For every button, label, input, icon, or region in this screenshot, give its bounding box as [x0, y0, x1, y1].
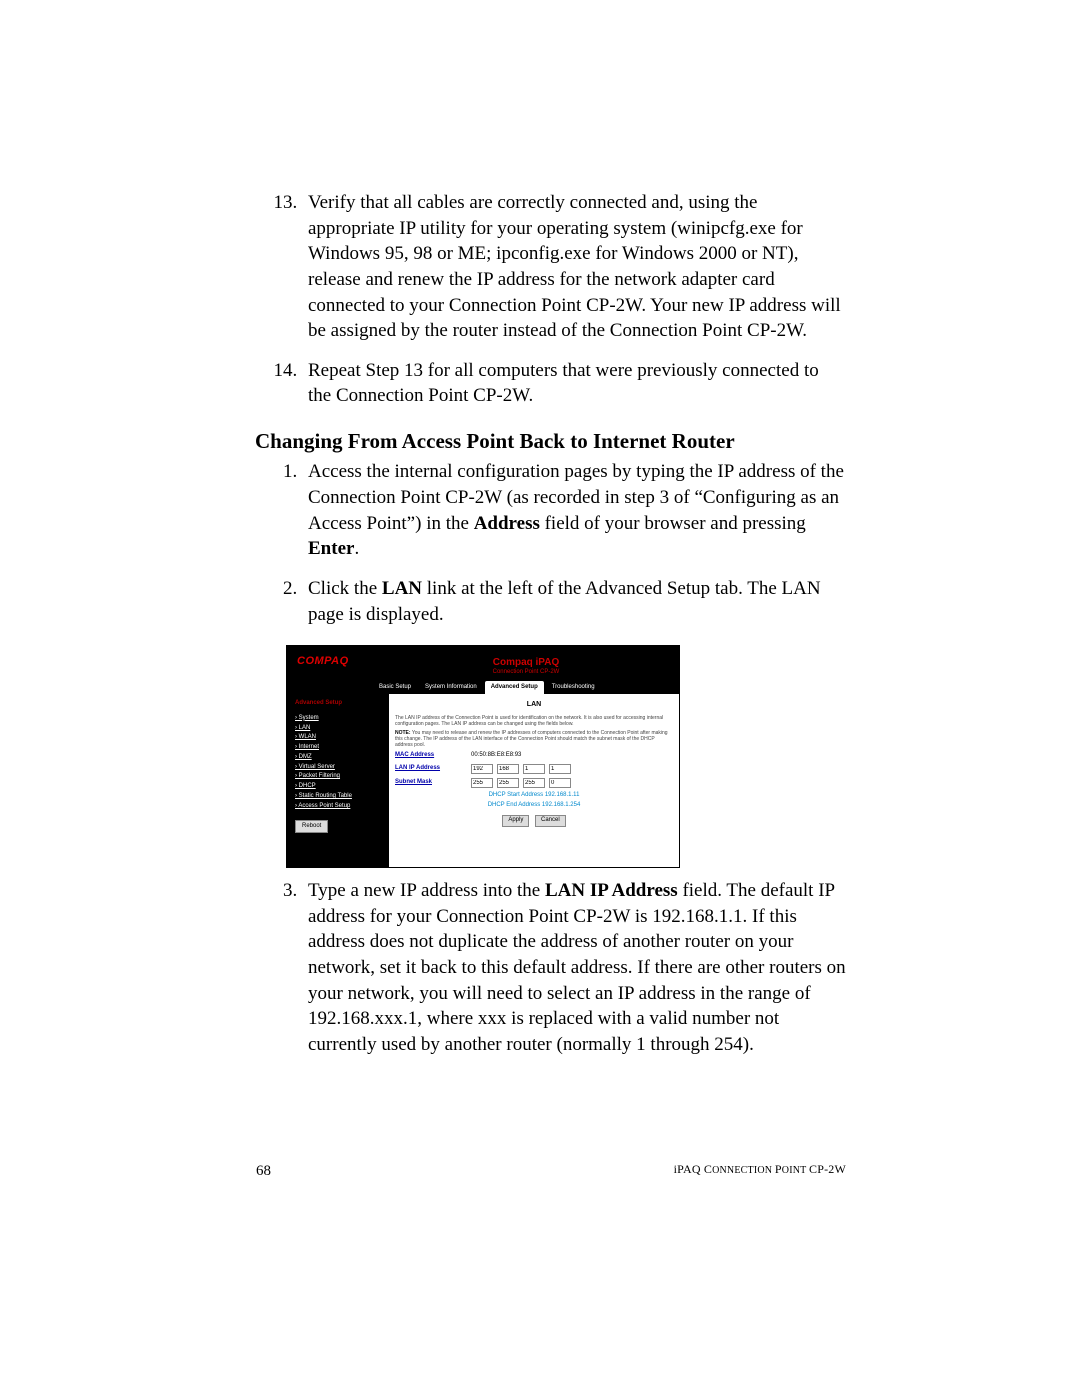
subnet-mask-link[interactable]: Subnet Mask: [395, 779, 471, 787]
page-footer: 68 iPAQ CONNECTION POINT CP-2W: [256, 1161, 846, 1181]
step-3-bold-lan-ip: LAN IP Address: [545, 880, 678, 901]
lan-ip-octet-4[interactable]: [549, 764, 571, 774]
mid-steps-list: Access the internal configuration pages …: [256, 459, 846, 627]
panel-description: The LAN IP address of the Connection Poi…: [395, 715, 673, 727]
page-number: 68: [256, 1161, 271, 1181]
sidebar-item-dmz[interactable]: › DMZ: [295, 753, 381, 763]
sidebar-item-static-routing[interactable]: › Static Routing Table: [295, 792, 381, 802]
footer-d: OINT: [782, 1165, 809, 1176]
step-14: Repeat Step 13 for all computers that we…: [302, 358, 846, 409]
router-screenshot-figure: COMPAQ Compaq iPAQ Connection Point CP-2…: [286, 645, 846, 868]
button-row: Apply Cancel: [395, 815, 673, 827]
post-figure-steps-list: Type a new IP address into the LAN IP Ad…: [256, 878, 846, 1057]
subnet-octet-2[interactable]: [497, 778, 519, 788]
step-2: Click the LAN link at the left of the Ad…: [302, 576, 846, 627]
sidebar-item-wlan[interactable]: › WLAN: [295, 733, 381, 743]
sidebar-item-lan[interactable]: › LAN: [295, 724, 381, 734]
sidebar-item-dhcp[interactable]: › DHCP: [295, 782, 381, 792]
dhcp-start-address: DHCP Start Address 192.168.1.11: [395, 792, 673, 800]
mac-address-link[interactable]: MAC Address: [395, 752, 471, 760]
step-1: Access the internal configuration pages …: [302, 459, 846, 562]
panel-title: LAN: [395, 700, 673, 709]
row-subnet: Subnet Mask: [395, 778, 673, 788]
sidebar-item-virtual-server[interactable]: › Virtual Server: [295, 763, 381, 773]
step-1-bold-enter: Enter: [308, 538, 354, 559]
step-1-text-b: field of your browser and pressing: [540, 513, 806, 534]
tab-basic-setup[interactable]: Basic Setup: [373, 681, 417, 694]
footer-e: CP-2W: [809, 1162, 846, 1176]
step-3: Type a new IP address into the LAN IP Ad…: [302, 878, 846, 1057]
dhcp-end-address: DHCP End Address 192.168.1.254: [395, 802, 673, 810]
subnet-octet-4[interactable]: [549, 778, 571, 788]
lan-ip-octet-2[interactable]: [497, 764, 519, 774]
sidebar-item-system[interactable]: › System: [295, 714, 381, 724]
subnet-octet-3[interactable]: [523, 778, 545, 788]
tab-troubleshooting[interactable]: Troubleshooting: [546, 681, 601, 694]
step-2-text-a: Click the: [308, 578, 382, 599]
router-body: Advanced Setup › System › LAN › WLAN › I…: [287, 694, 679, 867]
lan-ip-address-link[interactable]: LAN IP Address: [395, 765, 471, 773]
step-1-bold-address: Address: [474, 513, 540, 534]
mac-address-value: 00:50:8B:E8:E8:93: [471, 752, 521, 760]
footer-product: iPAQ CONNECTION POINT CP-2W: [674, 1161, 846, 1181]
sidebar-item-packet-filtering[interactable]: › Packet Filtering: [295, 772, 381, 782]
product-title: Compaq iPAQ: [383, 656, 669, 669]
row-lan-ip: LAN IP Address: [395, 764, 673, 774]
step-3-text-b: field. The default IP address for your C…: [308, 880, 846, 1055]
router-window: COMPAQ Compaq iPAQ Connection Point CP-2…: [286, 645, 680, 868]
cancel-button[interactable]: Cancel: [535, 815, 566, 827]
row-mac: MAC Address 00:50:8B:E8:E8:93: [395, 752, 673, 760]
subheading: Changing From Access Point Back to Inter…: [255, 427, 846, 455]
step-3-text-a: Type a new IP address into the: [308, 880, 545, 901]
step-2-bold-lan: LAN: [382, 578, 422, 599]
router-tabs: Basic Setup System Information Advanced …: [287, 681, 679, 694]
lan-ip-octet-3[interactable]: [523, 764, 545, 774]
apply-button[interactable]: Apply: [502, 815, 529, 827]
step-13: Verify that all cables are correctly con…: [302, 190, 846, 344]
product-subtitle: Connection Point CP-2W: [383, 669, 669, 677]
lan-ip-octet-1[interactable]: [471, 764, 493, 774]
sidebar-heading: Advanced Setup: [295, 700, 381, 708]
footer-b: ONNECTION: [712, 1165, 775, 1176]
footer-a: iPAQ C: [674, 1162, 712, 1176]
subnet-octet-1[interactable]: [471, 778, 493, 788]
tab-advanced-setup[interactable]: Advanced Setup: [485, 681, 544, 694]
sidebar: Advanced Setup › System › LAN › WLAN › I…: [287, 694, 389, 867]
page-content: Verify that all cables are correctly con…: [256, 190, 846, 1076]
product-title-area: Compaq iPAQ Connection Point CP-2W: [383, 654, 669, 677]
note-text: You may need to release and renew the IP…: [395, 730, 668, 748]
step-1-text-c: .: [354, 538, 359, 559]
panel-note: NOTE: You may need to release and renew …: [395, 730, 673, 748]
footer-c: P: [775, 1162, 782, 1176]
tab-system-information[interactable]: System Information: [419, 681, 483, 694]
brand-logo: COMPAQ: [297, 654, 383, 677]
content-panel: LAN The LAN IP address of the Connection…: [389, 694, 679, 867]
top-steps-list: Verify that all cables are correctly con…: [256, 190, 846, 409]
router-header: COMPAQ Compaq iPAQ Connection Point CP-2…: [287, 646, 679, 679]
sidebar-item-access-point-setup[interactable]: › Access Point Setup: [295, 802, 381, 812]
reboot-button[interactable]: Reboot: [295, 820, 328, 834]
sidebar-item-internet[interactable]: › Internet: [295, 743, 381, 753]
